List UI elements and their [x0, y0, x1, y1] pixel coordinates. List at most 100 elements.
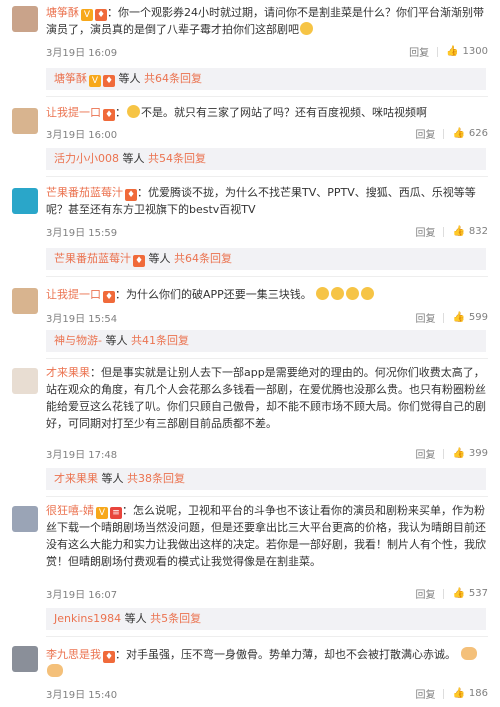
comment-body: 很狂嘻-婧 V ≡ ：怎么说呢，卫视和平台的斗争也不该让看你的演员和剧粉来买单，作为粉…	[46, 502, 486, 570]
reply-count[interactable]: 共54条回复	[148, 152, 206, 165]
reply-user[interactable]: 神与物游-	[54, 334, 102, 347]
reply-button[interactable]: 回复	[415, 686, 435, 701]
divider	[46, 358, 488, 359]
comment-actions: 回复 👍 537	[415, 586, 488, 601]
comment-body: 芒果番茄蓝莓汁 ♦ ：优爱腾谈不拢，为什么不找芒果TV、PPTV、搜狐、西瓜、乐视等…	[46, 184, 486, 218]
comment-time: 3月19日 17:48	[46, 450, 118, 461]
reply-user[interactable]: 活力小小008	[54, 152, 119, 165]
divider	[443, 688, 445, 699]
comment-body: 塘筝酥 V ♦ ：你一个观影券24小时就过期，请问你不是割韭菜是什么？你们平台渐渐别带…	[46, 4, 486, 38]
user-name[interactable]: 让我提一口	[46, 106, 101, 119]
like-count: 599	[468, 312, 488, 323]
divider	[443, 448, 445, 459]
reply-count[interactable]: 共64条回复	[144, 72, 202, 85]
like-count: 1300	[462, 46, 488, 57]
comment-text: ：对手虽强，压不弯一身傲骨。势单力薄，却也不会被打散满心赤诚。	[115, 648, 456, 661]
avatar[interactable]	[12, 368, 38, 394]
fan-badge-icon: ≡	[109, 507, 122, 519]
verified-badge-icon: V	[89, 75, 101, 87]
like-button[interactable]: 👍 399	[452, 448, 488, 459]
comment-actions: 回复 👍 832	[415, 224, 488, 239]
level-badge-icon: ♦	[103, 651, 115, 663]
like-count: 399	[468, 448, 488, 459]
like-button[interactable]: 👍 1300	[446, 46, 488, 57]
reply-button[interactable]: 回复	[409, 44, 429, 59]
reply-button[interactable]: 回复	[415, 224, 435, 239]
reply-button[interactable]: 回复	[415, 310, 435, 325]
thumbs-up-icon: 👍	[452, 688, 465, 699]
thumbs-up-icon: 👍	[452, 226, 465, 237]
level-badge-icon: ♦	[103, 291, 115, 303]
divider	[437, 46, 439, 57]
like-button[interactable]: 👍 626	[452, 128, 488, 139]
user-name[interactable]: 很狂嘻-婧	[46, 504, 94, 517]
avatar[interactable]	[12, 288, 38, 314]
thinking-emoji-icon	[361, 287, 375, 300]
comment-time: 3月19日 15:40	[46, 690, 118, 701]
reply-summary[interactable]: 神与物游- 等人 共41条回复	[46, 330, 486, 352]
comment-time: 3月19日 16:07	[46, 590, 118, 601]
avatar[interactable]	[12, 6, 38, 32]
reply-etc: 等人	[105, 334, 128, 347]
reply-summary[interactable]: 塘筝酥 V ♦ 等人 共64条回复	[46, 68, 486, 90]
like-count: 186	[468, 688, 488, 699]
reply-user[interactable]: 塘筝酥	[54, 72, 87, 85]
reply-button[interactable]: 回复	[415, 586, 435, 601]
reply-etc: 等人	[122, 152, 145, 165]
user-name[interactable]: 芒果番茄蓝莓汁	[46, 186, 123, 199]
reply-user[interactable]: 才来果果	[54, 472, 98, 485]
divider	[46, 636, 488, 637]
reply-count[interactable]: 共64条回复	[174, 252, 232, 265]
level-badge-icon: ♦	[95, 9, 107, 21]
reply-summary[interactable]: 才来果果 等人 共38条回复	[46, 468, 486, 490]
reply-count[interactable]: 共5条回复	[150, 612, 201, 625]
avatar[interactable]	[12, 646, 38, 672]
user-name[interactable]: 才来果果	[46, 366, 90, 379]
thinking-emoji-icon	[316, 287, 330, 300]
like-button[interactable]: 👍 537	[452, 588, 488, 599]
comment-body: 让我提一口 ♦：不是。就只有三家了网站了吗？还有百度视频、咪咕视频啊	[46, 105, 427, 121]
like-button[interactable]: 👍 832	[452, 226, 488, 237]
reply-button[interactable]: 回复	[415, 126, 435, 141]
grin-emoji-icon	[127, 105, 140, 118]
user-name[interactable]: 李九思是我	[46, 648, 101, 661]
comment-actions: 回复 👍 626	[415, 126, 488, 141]
fist-emoji-icon	[47, 664, 63, 677]
reply-summary[interactable]: Jenkins1984 等人 共5条回复	[46, 608, 486, 630]
comment-time: 3月19日 15:59	[46, 228, 118, 239]
reply-summary[interactable]: 活力小小008 等人 共54条回复	[46, 148, 486, 170]
divider	[443, 312, 445, 323]
reply-user[interactable]: Jenkins1984	[54, 612, 121, 625]
divider	[443, 226, 445, 237]
comment-actions: 回复 👍 186	[415, 686, 488, 701]
fist-emoji-icon	[460, 647, 477, 660]
like-button[interactable]: 👍 186	[452, 688, 488, 699]
like-count: 626	[468, 128, 488, 139]
reply-count[interactable]: 共38条回复	[127, 472, 185, 485]
smile-emoji-icon	[300, 22, 313, 35]
reply-etc: 等人	[124, 612, 147, 625]
reply-summary[interactable]: 芒果番茄蓝莓汁 ♦ 等人 共64条回复	[46, 248, 486, 270]
reply-count[interactable]: 共41条回复	[131, 334, 189, 347]
reply-etc: 等人	[118, 72, 141, 85]
reply-user[interactable]: 芒果番茄蓝莓汁	[54, 252, 131, 265]
comment-time: 3月19日 16:00	[46, 130, 118, 141]
comment-time: 3月19日 15:54	[46, 314, 118, 325]
verified-badge-icon: V	[81, 9, 93, 21]
avatar[interactable]	[12, 188, 38, 214]
avatar[interactable]	[12, 108, 38, 134]
avatar[interactable]	[12, 506, 38, 532]
like-button[interactable]: 👍 599	[452, 312, 488, 323]
user-name[interactable]: 塘筝酥	[46, 6, 79, 19]
comment-text: ：但是事实就是让别人去下一部app是需要绝对的理由的。何况你们收费太高了，站在观…	[46, 366, 486, 430]
divider	[46, 276, 488, 277]
reply-etc: 等人	[101, 472, 124, 485]
reply-button[interactable]: 回复	[415, 446, 435, 461]
divider	[443, 588, 445, 599]
comment-text: ：你一个观影券24小时就过期，请问你不是割韭菜是什么？你们平台渐渐别带演员了，演…	[46, 6, 484, 36]
thumbs-up-icon: 👍	[452, 312, 465, 323]
user-name[interactable]: 让我提一口	[46, 288, 101, 301]
divider	[443, 128, 445, 139]
thumbs-up-icon: 👍	[452, 588, 465, 599]
comment-text: 不是。就只有三家了网站了吗？还有百度视频、咪咕视频啊	[141, 106, 427, 119]
